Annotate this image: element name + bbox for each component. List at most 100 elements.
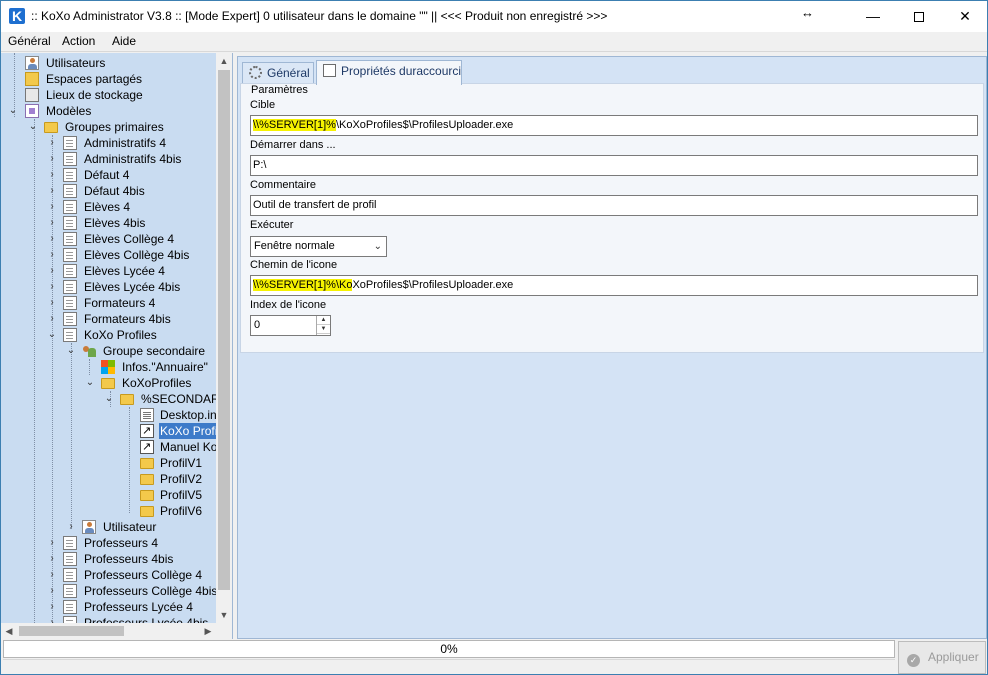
chevron-right-icon[interactable]: › bbox=[46, 295, 58, 311]
chevron-right-icon[interactable]: › bbox=[46, 583, 58, 599]
chevron-down-icon[interactable]: ⌄ bbox=[103, 391, 115, 407]
tree-item-secondary-folder[interactable]: ⌄ %SECONDARY% bbox=[1, 391, 216, 407]
tree-item-manuel-koxo[interactable]: Manuel KoXo bbox=[1, 439, 216, 455]
menu-action[interactable]: Action bbox=[62, 34, 95, 48]
tree-item[interactable]: › Elèves 4 bbox=[1, 199, 216, 215]
chevron-down-icon[interactable]: ⌄ bbox=[27, 119, 39, 135]
comment-label: Commentaire bbox=[250, 179, 317, 191]
tree-item[interactable]: › Professeurs Lycée 4 bbox=[1, 599, 216, 615]
menu-aide[interactable]: Aide bbox=[112, 34, 136, 48]
chevron-right-icon[interactable]: › bbox=[46, 615, 58, 623]
maximize-button[interactable] bbox=[896, 1, 942, 32]
folder-icon bbox=[140, 506, 154, 517]
tree-item-profilv2[interactable]: ProfilV2 bbox=[1, 471, 216, 487]
icon-index-stepper[interactable]: 0 ▲ ▼ bbox=[250, 315, 331, 336]
spin-down-icon[interactable]: ▼ bbox=[317, 325, 330, 334]
tree-item-modeles[interactable]: ⌄ Modèles bbox=[1, 103, 216, 119]
tree-item-label: Groupe secondaire bbox=[103, 344, 206, 358]
icon-path-input[interactable]: \\%SERVER[1]%\KoXoProfiles$\ProfilesUplo… bbox=[250, 275, 978, 296]
chevron-right-icon[interactable]: › bbox=[46, 199, 58, 215]
apply-button[interactable]: ✓ Appliquer bbox=[898, 641, 986, 674]
tree-item-koxo-profiles-shortcut[interactable]: KoXo Profiles bbox=[1, 423, 216, 439]
tree-horizontal-scrollbar[interactable]: ◀ ▶ bbox=[1, 623, 216, 639]
target-input[interactable]: \\%SERVER[1]%\KoXoProfiles$\ProfilesUplo… bbox=[250, 115, 978, 136]
tree-item-label: %SECONDARY% bbox=[141, 392, 216, 406]
tree-item-groupes-primaires[interactable]: ⌄ Groupes primaires bbox=[1, 119, 216, 135]
chevron-down-icon[interactable]: ⌄ bbox=[65, 343, 77, 359]
tree-item-desktop-ini[interactable]: Desktop.ini bbox=[1, 407, 216, 423]
tree-item-lieux-stockage[interactable]: Lieux de stockage bbox=[1, 87, 216, 103]
page-icon bbox=[63, 280, 77, 294]
chevron-right-icon[interactable]: › bbox=[46, 263, 58, 279]
tree-item-koxoprofiles-folder[interactable]: ⌄ KoXoProfiles bbox=[1, 375, 216, 391]
menu-general[interactable]: Général bbox=[8, 34, 51, 48]
tree-item[interactable]: › Elèves 4bis bbox=[1, 215, 216, 231]
scroll-up-icon[interactable]: ▲ bbox=[216, 53, 232, 69]
chevron-right-icon[interactable]: › bbox=[65, 519, 77, 535]
tree-item[interactable]: › Professeurs 4bis bbox=[1, 551, 216, 567]
tree-item-utilisateurs[interactable]: Utilisateurs bbox=[1, 55, 216, 71]
tree-item-profilv6[interactable]: ProfilV6 bbox=[1, 503, 216, 519]
run-select[interactable]: Fenêtre normale ⌄ bbox=[250, 236, 387, 257]
tree-item-label: KoXo Profiles bbox=[159, 423, 216, 439]
tree-item[interactable]: › Professeurs Collège 4 bbox=[1, 567, 216, 583]
tree-vertical-scrollbar[interactable]: ▲ ▼ bbox=[216, 53, 232, 623]
tab-general[interactable]: Général bbox=[242, 62, 314, 84]
tree-item-koxo-profiles[interactable]: ⌄ KoXo Profiles bbox=[1, 327, 216, 343]
tree-item-groupe-secondaire[interactable]: ⌄ Groupe secondaire bbox=[1, 343, 216, 359]
chevron-right-icon[interactable]: › bbox=[46, 247, 58, 263]
chevron-right-icon[interactable]: › bbox=[46, 311, 58, 327]
tree-item[interactable]: › Formateurs 4 bbox=[1, 295, 216, 311]
tree-item-espaces-partages[interactable]: Espaces partagés bbox=[1, 71, 216, 87]
chevron-down-icon: ⌄ bbox=[373, 241, 382, 252]
chevron-down-icon[interactable]: ⌄ bbox=[46, 327, 58, 343]
scrollbar-thumb[interactable] bbox=[218, 70, 230, 590]
scroll-right-icon[interactable]: ▶ bbox=[200, 623, 216, 639]
tree-item[interactable]: › Elèves Collège 4bis bbox=[1, 247, 216, 263]
chevron-right-icon[interactable]: › bbox=[46, 151, 58, 167]
parameters-form: Paramètres Cible \\%SERVER[1]%\KoXoProfi… bbox=[240, 83, 984, 353]
spin-up-icon[interactable]: ▲ bbox=[317, 316, 330, 325]
chevron-down-icon[interactable]: ⌄ bbox=[84, 375, 96, 391]
chevron-down-icon[interactable]: ⌄ bbox=[7, 103, 19, 119]
tree-item-label: Elèves Lycée 4bis bbox=[84, 280, 181, 294]
tree-item-profilv5[interactable]: ProfilV5 bbox=[1, 487, 216, 503]
tree-item[interactable]: › Formateurs 4bis bbox=[1, 311, 216, 327]
spinner-buttons[interactable]: ▲ ▼ bbox=[316, 316, 330, 335]
tree-item-label: Elèves 4 bbox=[84, 200, 131, 214]
chevron-right-icon[interactable]: › bbox=[46, 535, 58, 551]
chevron-right-icon[interactable]: › bbox=[46, 183, 58, 199]
tree-item-utilisateur[interactable]: › Utilisateur bbox=[1, 519, 216, 535]
minimize-button[interactable]: — bbox=[850, 1, 896, 32]
tree-item[interactable]: › Professeurs 4 bbox=[1, 535, 216, 551]
tree-item[interactable]: › Elèves Collège 4 bbox=[1, 231, 216, 247]
scroll-down-icon[interactable]: ▼ bbox=[216, 607, 232, 623]
comment-input[interactable]: Outil de transfert de profil bbox=[250, 195, 978, 216]
tree-item[interactable]: › Administratifs 4bis bbox=[1, 151, 216, 167]
chevron-right-icon[interactable]: › bbox=[46, 167, 58, 183]
tree-item-profilv1[interactable]: ProfilV1 bbox=[1, 455, 216, 471]
chevron-right-icon[interactable]: › bbox=[46, 599, 58, 615]
page-icon bbox=[63, 168, 77, 182]
chevron-right-icon[interactable]: › bbox=[46, 215, 58, 231]
page-icon bbox=[63, 152, 77, 166]
chevron-right-icon[interactable]: › bbox=[46, 551, 58, 567]
tree-item-infos-annuaire[interactable]: Infos."Annuaire" bbox=[1, 359, 216, 375]
tree-view[interactable]: Utilisateurs Espaces partagés Lieux de s… bbox=[1, 53, 216, 623]
chevron-right-icon[interactable]: › bbox=[46, 567, 58, 583]
tree-item[interactable]: › Défaut 4 bbox=[1, 167, 216, 183]
tree-item[interactable]: › Elèves Lycée 4 bbox=[1, 263, 216, 279]
tree-item[interactable]: › Administratifs 4 bbox=[1, 135, 216, 151]
tree-item[interactable]: › Elèves Lycée 4bis bbox=[1, 279, 216, 295]
tree-item[interactable]: › Professeurs Lycée 4bis bbox=[1, 615, 216, 623]
scroll-left-icon[interactable]: ◀ bbox=[1, 623, 17, 639]
close-button[interactable]: ✕ bbox=[942, 1, 988, 32]
chevron-right-icon[interactable]: › bbox=[46, 231, 58, 247]
start-in-input[interactable]: P:\ bbox=[250, 155, 978, 176]
chevron-right-icon[interactable]: › bbox=[46, 135, 58, 151]
chevron-right-icon[interactable]: › bbox=[46, 279, 58, 295]
tree-item[interactable]: › Défaut 4bis bbox=[1, 183, 216, 199]
tree-item[interactable]: › Professeurs Collège 4bis bbox=[1, 583, 216, 599]
scrollbar-thumb[interactable] bbox=[19, 626, 124, 636]
tab-proprietes-raccourci[interactable]: Propriétés duraccourci bbox=[316, 60, 462, 85]
